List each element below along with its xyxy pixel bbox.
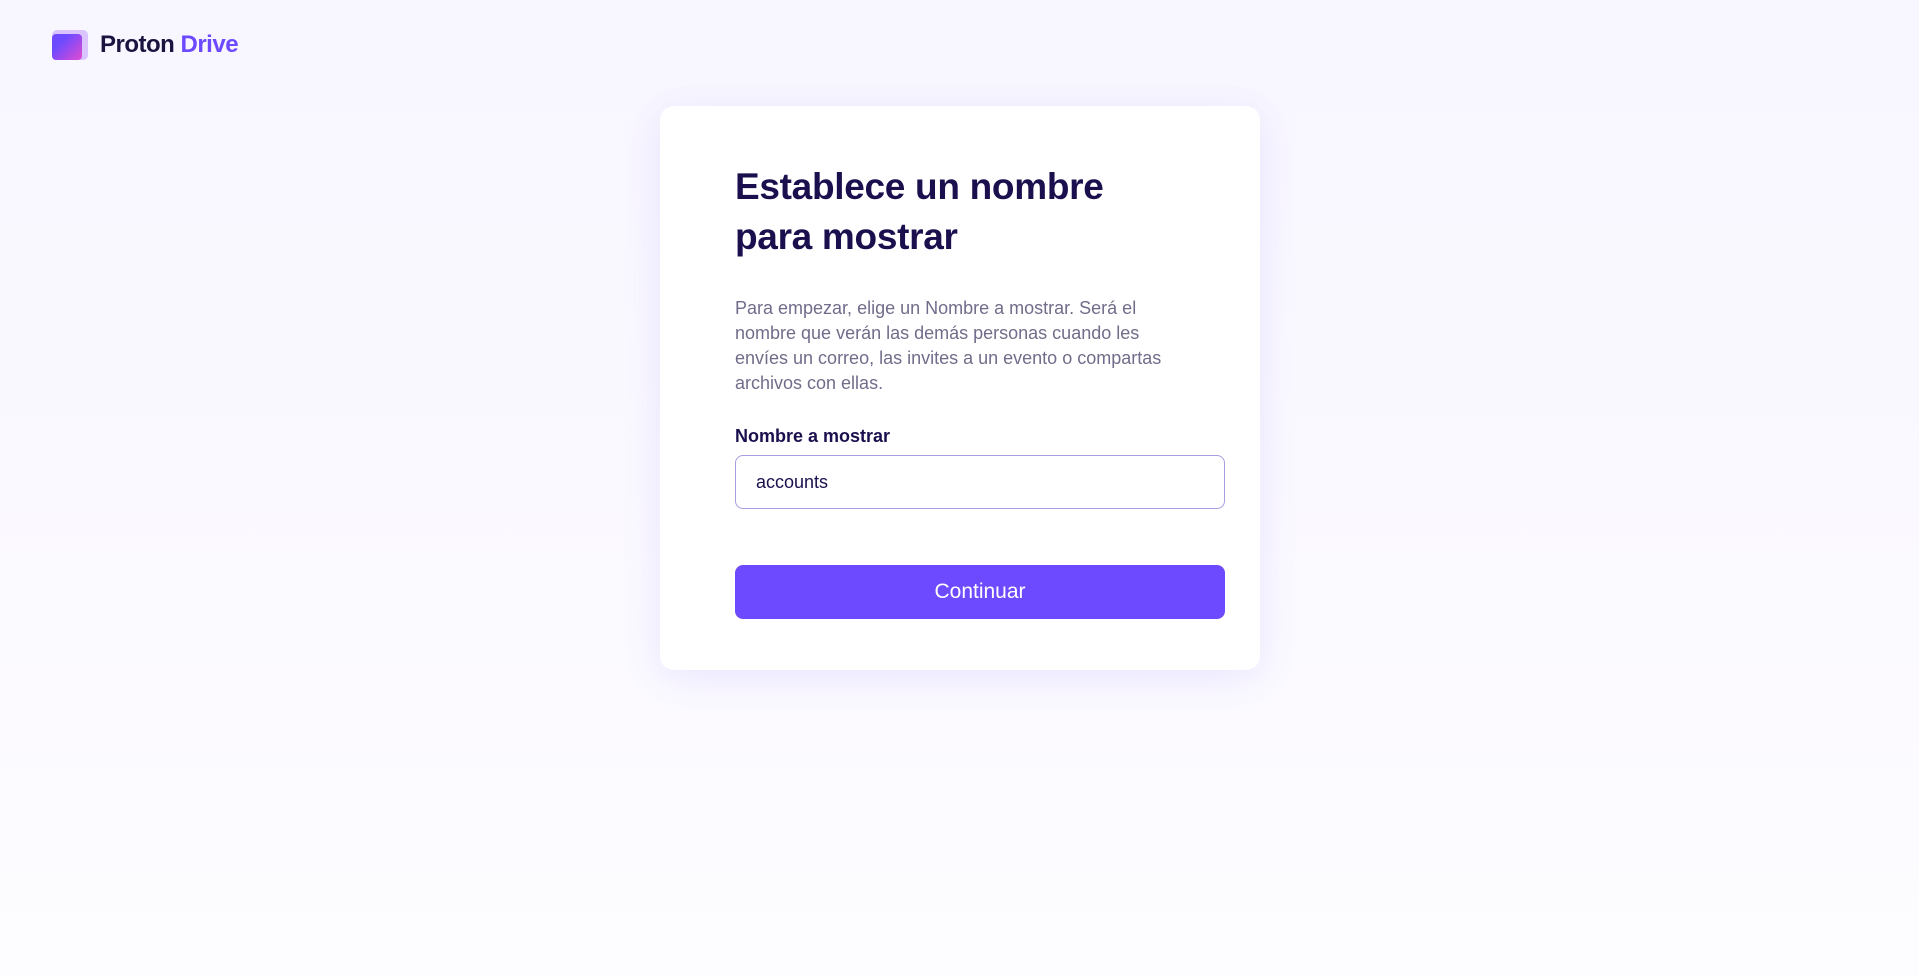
- page-title: Establece un nombre para mostrar: [735, 166, 1104, 257]
- display-name-input[interactable]: [735, 455, 1225, 509]
- description: Para empezar, elige un Nombre a mostrar.…: [735, 298, 1162, 393]
- display-name-card: Establece un nombre para mostrar Para em…: [660, 106, 1260, 670]
- logo-text-proton: Proton: [100, 31, 175, 58]
- logo-text-drive: Drive: [180, 31, 239, 58]
- display-name-label: Nombre a mostrar: [735, 426, 891, 446]
- logo-text: Proton Drive: [100, 31, 239, 59]
- folder-logo-icon: [52, 30, 88, 60]
- continue-button[interactable]: Continuar: [735, 565, 1225, 619]
- proton-drive-logo[interactable]: Proton Drive: [52, 30, 239, 60]
